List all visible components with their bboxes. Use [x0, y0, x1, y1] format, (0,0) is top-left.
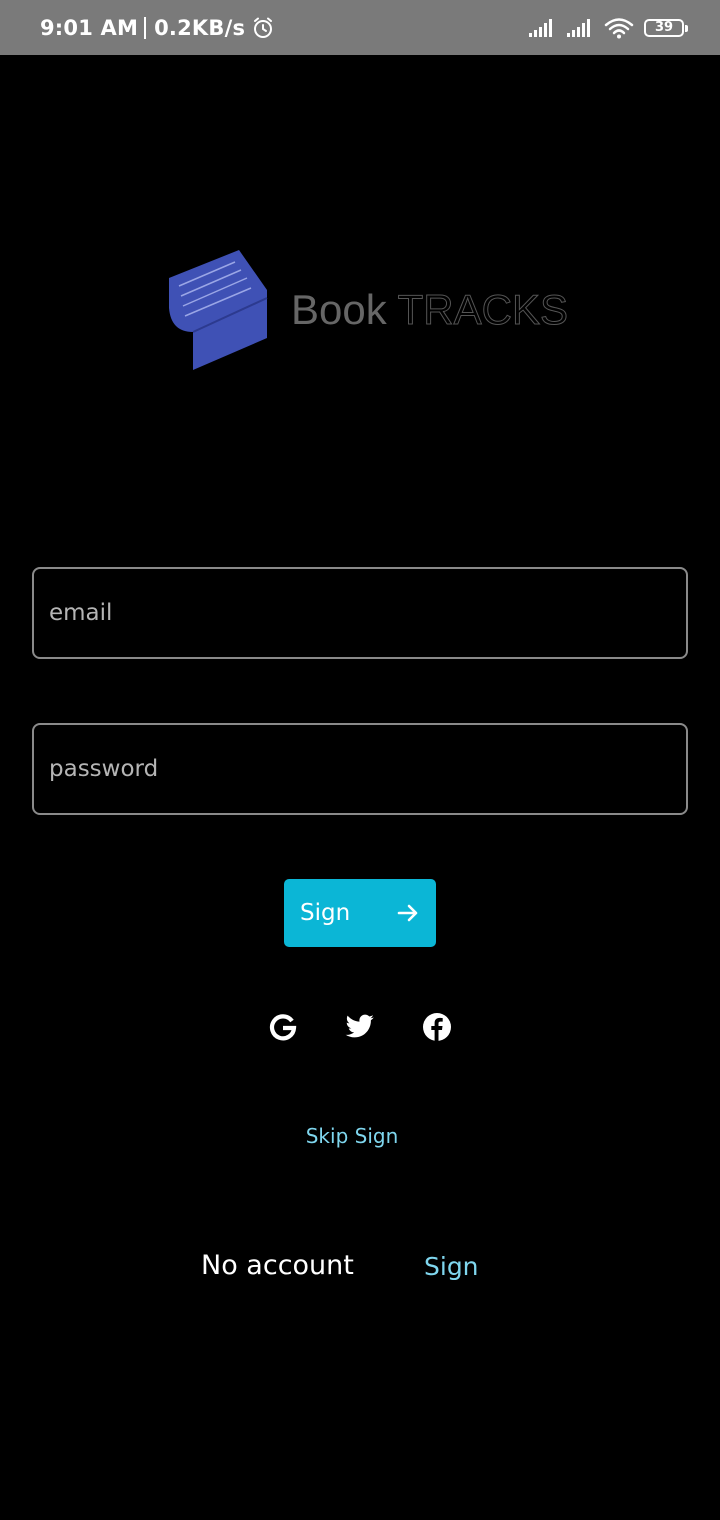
sign-in-button[interactable]: Sign	[284, 879, 436, 947]
facebook-icon[interactable]	[420, 1010, 454, 1044]
status-left: 9:01 AM 0.2KB/s	[40, 0, 275, 55]
google-icon[interactable]	[266, 1010, 300, 1044]
login-screen: 9:01 AM 0.2KB/s 39 Book TRACKS email Sig…	[0, 0, 720, 1520]
book-logo-icon	[165, 248, 269, 372]
email-field-container	[32, 567, 688, 659]
status-right: 39	[528, 0, 688, 55]
sign-in-label: Sign	[300, 900, 351, 926]
status-time: 9:01 AM	[40, 15, 139, 40]
status-bar: 9:01 AM 0.2KB/s 39	[0, 0, 720, 55]
arrow-right-icon	[396, 901, 420, 925]
password-field-container	[32, 723, 688, 815]
status-network-speed: 0.2KB/s	[154, 15, 246, 40]
app-logo: Book TRACKS	[165, 248, 569, 372]
logo-text: Book TRACKS	[291, 286, 569, 334]
signal-icon-2	[566, 18, 594, 38]
status-separator	[144, 16, 147, 39]
skip-sign-link[interactable]: Skip Sign	[0, 1124, 704, 1148]
no-account-text: No account	[201, 1250, 354, 1281]
twitter-icon[interactable]	[343, 1010, 377, 1044]
email-input[interactable]	[34, 569, 686, 657]
sign-up-link[interactable]: Sign	[424, 1252, 479, 1281]
password-input[interactable]	[34, 725, 686, 813]
wifi-icon	[604, 17, 634, 39]
logo-word-book: Book	[291, 286, 387, 333]
logo-word-tracks: TRACKS	[397, 286, 569, 334]
battery-level: 39	[654, 20, 674, 35]
battery-icon: 39	[644, 18, 688, 37]
signal-icon	[528, 18, 556, 38]
alarm-icon	[251, 16, 275, 40]
